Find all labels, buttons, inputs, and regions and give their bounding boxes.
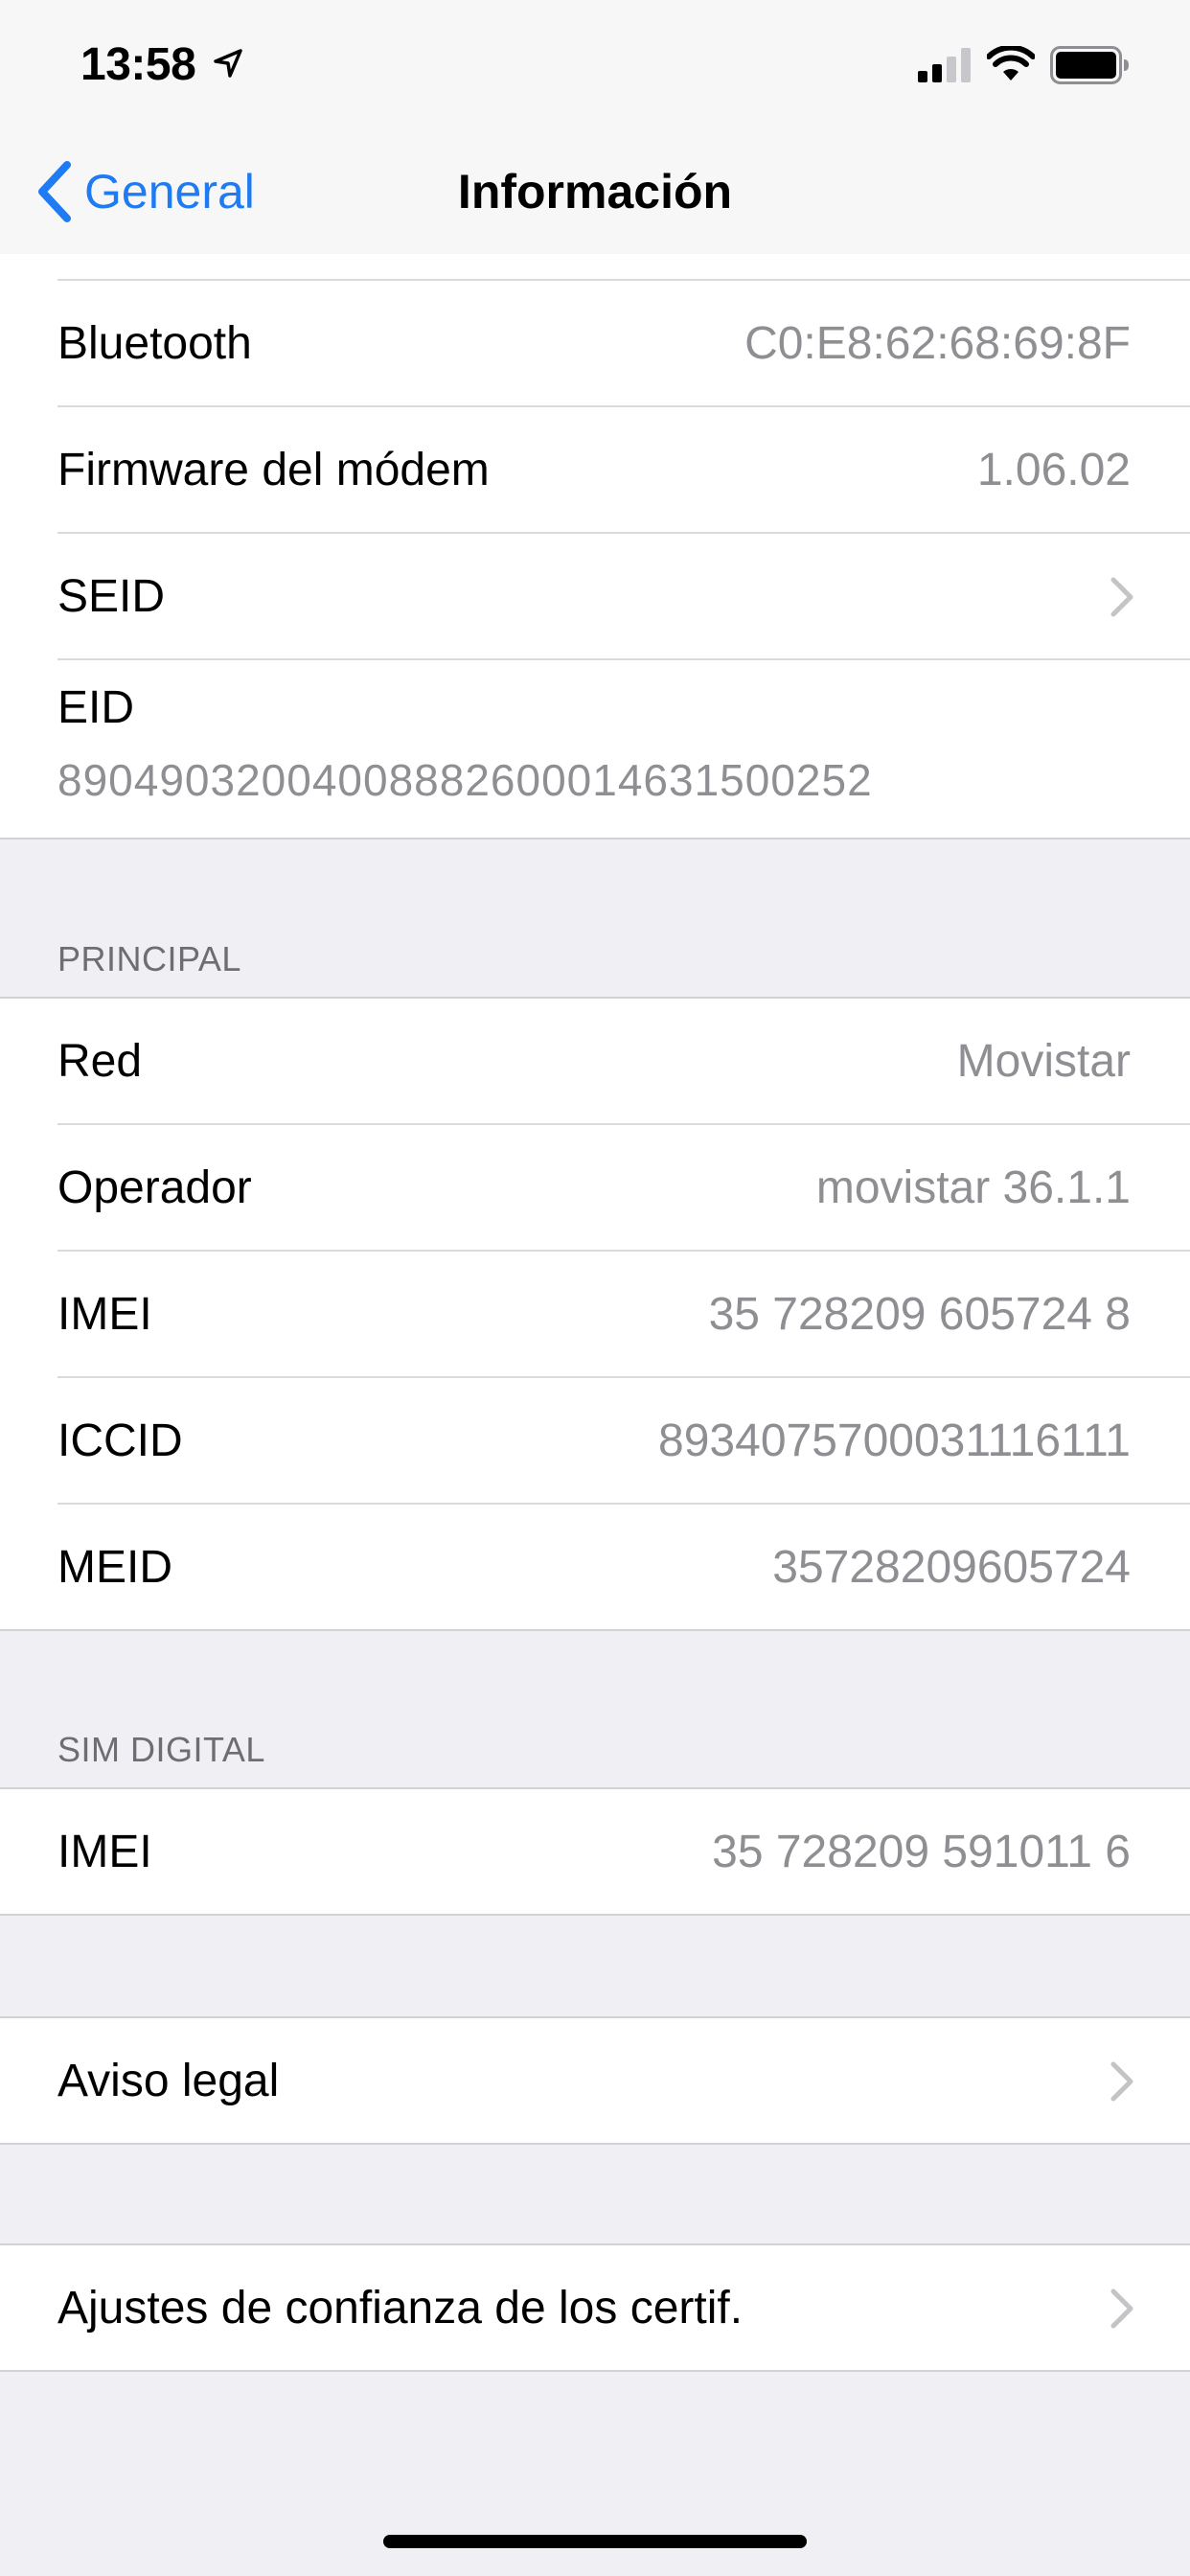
list-item-digital-imei: IMEI 35 728209 591011 6 <box>0 1789 1190 1916</box>
row-value: 89049032004008882600014631500252 <box>57 755 873 805</box>
section-header-sim-digital: SIM DIGITAL <box>57 1730 265 1769</box>
divider <box>0 1914 1190 1916</box>
list-item-seid[interactable]: SEID <box>0 534 1190 660</box>
navigation-bar: General Información <box>0 129 1190 256</box>
divider <box>0 2370 1190 2372</box>
row-label: IMEI <box>57 1827 152 1877</box>
row-value: 35728209605724 <box>772 1542 1131 1593</box>
row-label: Firmware del módem <box>57 445 490 495</box>
certificate-trust-settings-link[interactable]: Ajustes de confianza de los certif. <box>0 2245 1190 2372</box>
divider <box>0 838 1190 840</box>
legal-notice-link[interactable]: Aviso legal <box>0 2018 1190 2145</box>
row-label: ICCID <box>57 1415 183 1466</box>
row-value: Movistar <box>956 1036 1131 1087</box>
row-label: Operador <box>57 1162 252 1213</box>
chevron-right-icon <box>1110 577 1133 617</box>
row-label: Bluetooth <box>57 318 252 369</box>
status-time: 13:58 <box>80 39 196 90</box>
page-title: Información <box>457 165 733 218</box>
scrolled-row-fragment <box>0 254 1190 281</box>
divider <box>0 1629 1190 1631</box>
list-item-network: Red Movistar <box>0 999 1190 1125</box>
row-value: 8934075700031116111 <box>658 1415 1131 1466</box>
list-item-bluetooth: Bluetooth C0:E8:62:68:69:8F <box>0 281 1190 407</box>
section-header-principal: PRINCIPAL <box>57 939 241 978</box>
signal-icon <box>918 48 971 82</box>
divider <box>0 2143 1190 2145</box>
list-item-imei: IMEI 35 728209 605724 8 <box>0 1252 1190 1378</box>
row-label: MEID <box>57 1542 172 1593</box>
list-item-modem-firmware: Firmware del módem 1.06.02 <box>0 407 1190 534</box>
list-item-carrier: Operador movistar 36.1.1 <box>0 1125 1190 1252</box>
row-value: C0:E8:62:68:69:8F <box>744 318 1131 369</box>
row-label: Aviso legal <box>57 2056 280 2106</box>
home-indicator[interactable] <box>383 2535 807 2548</box>
list-item-meid: MEID 35728209605724 <box>0 1505 1190 1631</box>
list-item-eid: EID 89049032004008882600014631500252 <box>0 660 1190 839</box>
wifi-icon <box>987 46 1035 80</box>
row-value: 35 728209 605724 8 <box>708 1289 1131 1340</box>
list-item-iccid: ICCID 8934075700031116111 <box>0 1378 1190 1505</box>
battery-icon <box>1050 46 1129 84</box>
row-label: Ajustes de confianza de los certif. <box>57 2283 744 2334</box>
row-label: SEID <box>57 571 166 622</box>
row-label: IMEI <box>57 1289 152 1340</box>
status-bar: 13:58 <box>0 0 1190 129</box>
chevron-right-icon <box>1110 2061 1133 2102</box>
row-label: EID <box>57 682 135 733</box>
row-value: movistar 36.1.1 <box>815 1162 1131 1213</box>
row-value: 35 728209 591011 6 <box>712 1827 1131 1877</box>
chevron-right-icon <box>1110 2288 1133 2329</box>
row-label: Red <box>57 1036 143 1087</box>
row-value: 1.06.02 <box>976 445 1131 495</box>
location-arrow-icon <box>214 49 242 78</box>
